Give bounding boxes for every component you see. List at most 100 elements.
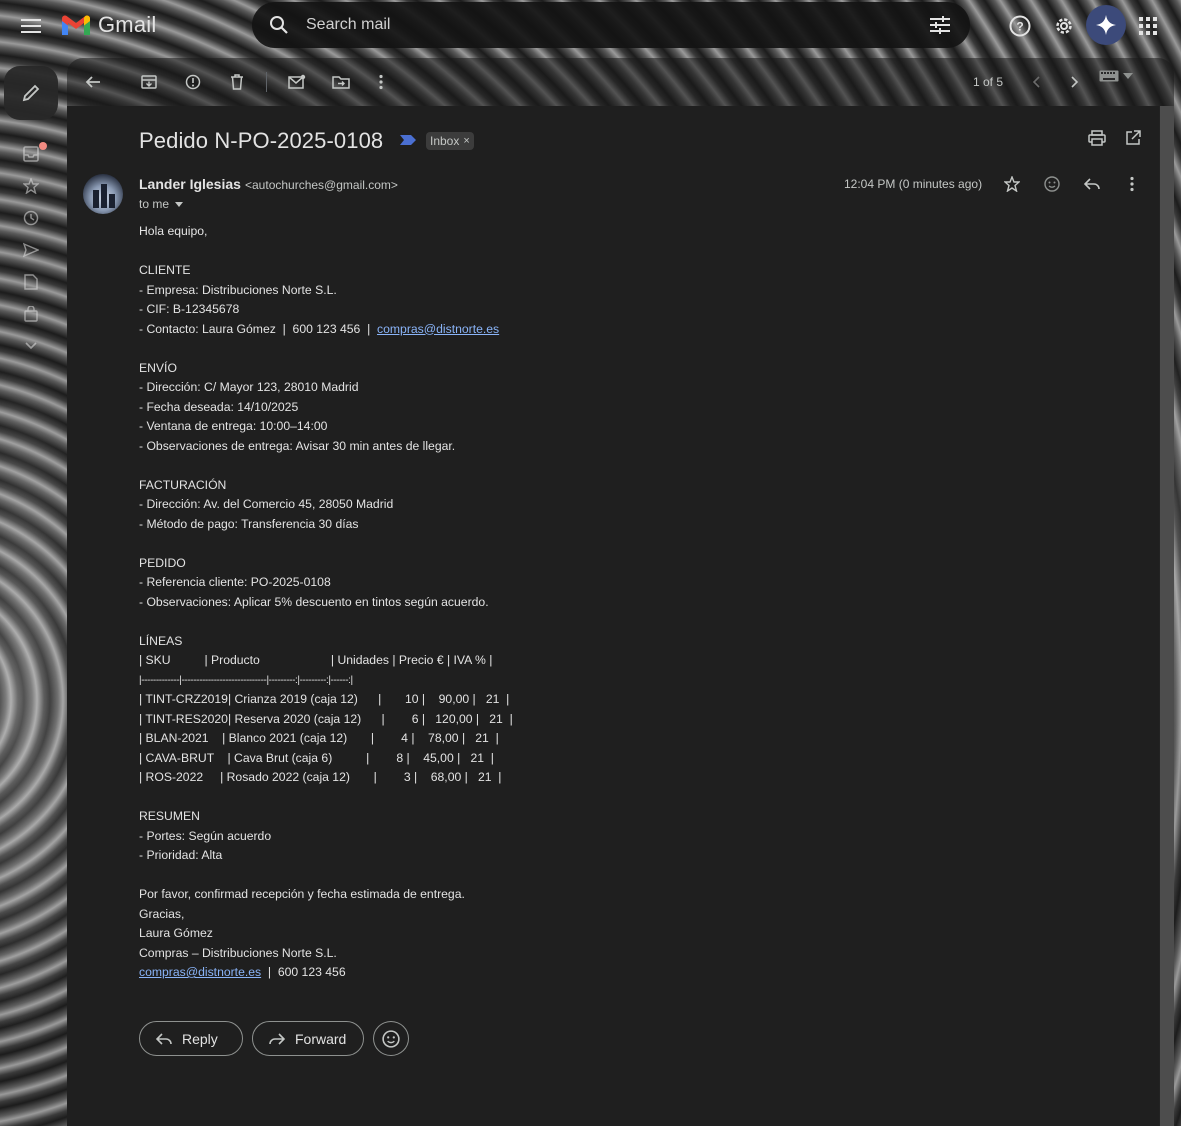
clock-icon <box>23 210 39 226</box>
body-line: Hola equipo, <box>139 224 208 238</box>
search-options-button[interactable] <box>924 9 956 41</box>
emoji-icon <box>382 1029 400 1048</box>
starred-nav-button[interactable] <box>22 177 40 195</box>
reply-quick-button[interactable] <box>1076 168 1108 200</box>
emoji-reaction-button[interactable] <box>373 1021 409 1056</box>
shopping-bag-icon <box>24 306 38 322</box>
archive-button[interactable] <box>133 66 165 98</box>
caret-down-icon <box>1123 73 1133 79</box>
mark-unread-button[interactable] <box>281 66 313 98</box>
trash-icon <box>231 74 243 90</box>
search-button[interactable] <box>252 15 306 35</box>
more-nav-button[interactable] <box>22 337 40 355</box>
body-line: Gracias, <box>139 906 185 921</box>
move-to-button[interactable] <box>325 66 357 98</box>
email-body: Hola equipo, CLIENTE - Empresa: Distribu… <box>139 222 959 983</box>
google-apps-button[interactable] <box>1128 6 1168 46</box>
more-options-button[interactable] <box>365 66 397 98</box>
draft-icon <box>24 274 38 290</box>
contact-email-link[interactable]: compras@distnorte.es <box>377 322 499 336</box>
star-button[interactable] <box>996 168 1028 200</box>
sent-nav-button[interactable] <box>22 241 40 259</box>
input-tools-button[interactable] <box>1099 70 1133 82</box>
purchases-nav-button[interactable] <box>22 305 40 323</box>
message-toolbar: 1 of 5 <box>67 58 1174 106</box>
emoji-icon <box>1044 176 1060 192</box>
mark-unread-icon <box>288 74 306 89</box>
unread-dot <box>39 142 47 150</box>
scrollbar-thumb[interactable] <box>1159 106 1174 1126</box>
inbox-nav-button[interactable] <box>22 145 40 163</box>
older-button[interactable] <box>1059 66 1091 98</box>
chevron-left-icon <box>1032 76 1040 88</box>
recipient-text: to me <box>139 197 170 211</box>
section-heading: ENVÍO <box>139 360 177 375</box>
section-heading: LÍNEAS <box>139 633 183 648</box>
avatar-detail <box>101 184 107 208</box>
gemini-button[interactable] <box>1086 5 1126 45</box>
add-reaction-button[interactable] <box>1036 168 1068 200</box>
gemini-sparkle-icon <box>1096 15 1116 35</box>
inbox-label-chip: Inbox × <box>426 132 474 150</box>
sender-name[interactable]: Lander Iglesias <box>139 176 241 192</box>
reply-label: Reply <box>182 1030 218 1047</box>
table-header-line: | SKU | Producto | Unidades | Precio € |… <box>139 653 493 667</box>
body-line: - Observaciones: Aplicar 5% descuento en… <box>139 594 489 609</box>
drafts-nav-button[interactable] <box>22 273 40 291</box>
toolbar-divider <box>266 72 267 92</box>
table-separator-line: |-------------|-------------------------… <box>139 674 353 686</box>
label-text: Inbox <box>430 134 460 148</box>
delete-button[interactable] <box>221 66 253 98</box>
newer-button[interactable] <box>1020 66 1052 98</box>
table-row: | TINT-CRZ2019| Crianza 2019 (caja 12) |… <box>139 692 510 706</box>
reply-icon <box>156 1032 172 1045</box>
section-heading: FACTURACIÓN <box>139 477 227 492</box>
remove-label-button[interactable]: × <box>463 135 469 147</box>
recipient-details-toggle[interactable]: to me <box>139 197 184 211</box>
body-line: - Observaciones de entrega: Avisar 30 mi… <box>139 438 456 453</box>
back-button[interactable] <box>77 66 109 98</box>
more-vert-icon <box>379 74 383 90</box>
signature-contact: compras@distnorte.es | 600 123 456 <box>139 963 959 983</box>
body-line: - Prioridad: Alta <box>139 848 223 862</box>
compose-button[interactable] <box>4 66 58 120</box>
signature-name: Laura Gómez <box>139 926 213 940</box>
body-line: - Método de pago: Transferencia 30 días <box>139 516 359 531</box>
forward-button[interactable]: Forward <box>252 1021 364 1056</box>
gmail-wordmark: Gmail <box>98 12 157 37</box>
move-folder-icon <box>332 76 350 89</box>
print-all-button[interactable] <box>1081 122 1113 154</box>
forward-label: Forward <box>295 1030 347 1047</box>
table-row: | BLAN-2021 | Blanco 2021 (caja 12) | 4 … <box>139 731 499 745</box>
body-line: - Dirección: Av. del Comercio 45, 28050 … <box>139 497 394 511</box>
gear-icon <box>1056 18 1072 34</box>
pager-count: 1 of 5 <box>973 75 1004 89</box>
importance-marker-icon[interactable] <box>400 135 416 145</box>
signature-company: Compras – Distribuciones Norte S.L. <box>139 945 337 960</box>
main-menu-button[interactable] <box>11 6 51 46</box>
gmail-logo[interactable]: Gmail <box>60 12 156 38</box>
star-icon <box>23 178 39 194</box>
print-icon <box>1088 130 1106 146</box>
help-button[interactable]: ? <box>1000 6 1040 46</box>
settings-button[interactable] <box>1044 6 1084 46</box>
signature-email-link[interactable]: compras@distnorte.es <box>139 965 261 979</box>
send-icon <box>23 242 39 258</box>
body-line: - Portes: Según acuerdo <box>139 828 272 843</box>
reply-button[interactable]: Reply <box>139 1021 243 1056</box>
section-heading: CLIENTE <box>139 263 191 277</box>
open-in-new-icon <box>1126 130 1141 145</box>
sender-avatar[interactable] <box>83 174 123 214</box>
search-icon <box>270 16 288 34</box>
search-input[interactable] <box>306 16 866 34</box>
reply-icon <box>1084 178 1100 190</box>
open-new-window-button[interactable] <box>1117 122 1149 154</box>
snoozed-nav-button[interactable] <box>22 209 40 227</box>
svg-text:?: ? <box>1016 20 1023 34</box>
message-more-button[interactable] <box>1116 168 1148 200</box>
report-spam-button[interactable] <box>177 66 209 98</box>
search-bar <box>252 2 970 48</box>
table-row: | TINT-RES2020| Reserva 2020 (caja 12) |… <box>139 711 513 726</box>
